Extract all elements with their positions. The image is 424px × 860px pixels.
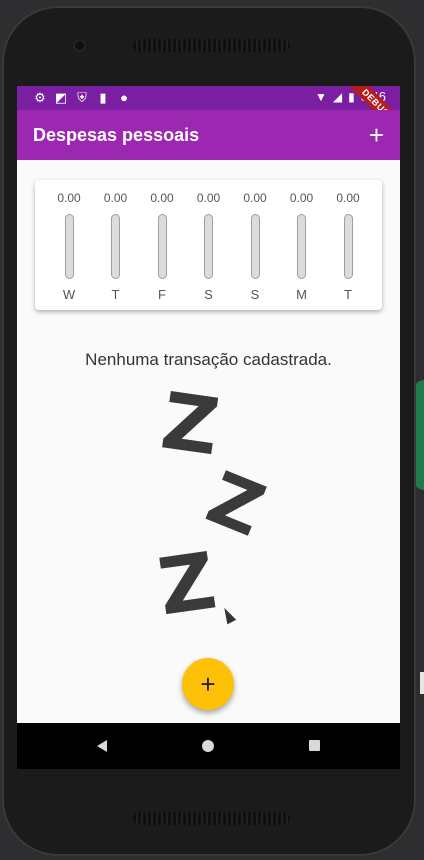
bottom-speaker	[133, 812, 290, 825]
sleeping-illustration: Z Z Z	[17, 376, 400, 636]
status-bar: ⚙ ◩ ⛨ ▮ ● ▼ ◢ ▮ 3:46 DEBUG	[17, 86, 400, 144]
sd-card-icon: ▮	[99, 90, 107, 105]
phone-screen: ⚙ ◩ ⛨ ▮ ● ▼ ◢ ▮ 3:46 DEBUG Despesas pess…	[17, 86, 400, 769]
weekly-chart: 0.00 W 0.00 T 0.00 F 0.00 S 0.00 S 0.00 M 0.00 T	[49, 190, 368, 302]
wifi-icon: ▼	[314, 90, 327, 104]
chart-bar-column: 0.00 M	[282, 190, 322, 302]
bar-track	[343, 214, 353, 279]
front-camera	[75, 41, 84, 50]
z-letter: Z	[156, 376, 225, 474]
bar-track	[64, 214, 74, 279]
bar-day-label: S	[204, 287, 213, 302]
recents-icon[interactable]	[309, 740, 320, 751]
app-title: Despesas pessoais	[33, 124, 200, 145]
background-edge-mark	[420, 672, 424, 694]
bar-day-label: S	[250, 287, 260, 302]
circle-icon: ●	[120, 90, 128, 105]
add-fab-button[interactable]: +	[182, 658, 234, 710]
a-icon: ◩	[54, 90, 68, 105]
bar-value-label: 0.00	[336, 191, 360, 205]
bar-track	[204, 214, 213, 279]
bar-value-label: 0.00	[103, 191, 128, 205]
gear-icon: ⚙	[34, 90, 46, 105]
z-letter: Z	[153, 536, 222, 634]
chart-bar-column: 0.00 T	[96, 190, 136, 302]
empty-state-message: Nenhuma transação cadastrada.	[85, 350, 332, 369]
bar-track	[111, 214, 120, 279]
chart-bar-column: 0.00 F	[142, 190, 182, 302]
bar-day-label: W	[62, 287, 76, 302]
shield-icon: ⛨	[77, 90, 87, 105]
bar-value-label: 0.00	[150, 191, 174, 205]
z-letter: Z	[196, 455, 277, 553]
app-bar: Despesas pessoais +	[17, 110, 400, 160]
bar-day-label: T	[344, 287, 352, 302]
bar-value-label: 0.00	[57, 191, 81, 205]
bar-day-label: M	[296, 287, 307, 302]
status-bar-left-icons: ⚙ ◩ ⛨ ▮ ●	[33, 90, 131, 106]
chart-bar-column: 0.00 S	[189, 190, 229, 302]
bar-value-label: 0.00	[243, 191, 267, 205]
device-stage: ⚙ ◩ ⛨ ▮ ● ▼ ◢ ▮ 3:46 DEBUG Despesas pess…	[0, 0, 424, 860]
back-icon[interactable]	[97, 740, 107, 752]
signal-icon: ◢	[332, 90, 343, 104]
bar-day-label: T	[111, 287, 120, 302]
bar-track	[297, 214, 306, 279]
bar-value-label: 0.00	[196, 191, 221, 205]
top-speaker	[133, 39, 290, 52]
bar-day-label: F	[158, 287, 166, 302]
bar-value-label: 0.00	[289, 191, 314, 205]
chart-bar-column: 0.00 S	[235, 190, 275, 302]
add-transaction-button[interactable]: +	[369, 122, 384, 148]
chart-bar-column: 0.00 T	[328, 190, 368, 302]
android-nav-bar	[17, 723, 400, 769]
bar-track	[250, 214, 260, 279]
weekly-chart-card: 0.00 W 0.00 T 0.00 F 0.00 S 0.00 S 0.00 M 0.00 T	[35, 180, 382, 310]
bar-track	[157, 214, 167, 279]
chart-bar-column: 0.00 W	[49, 190, 89, 302]
home-icon[interactable]	[202, 740, 214, 752]
